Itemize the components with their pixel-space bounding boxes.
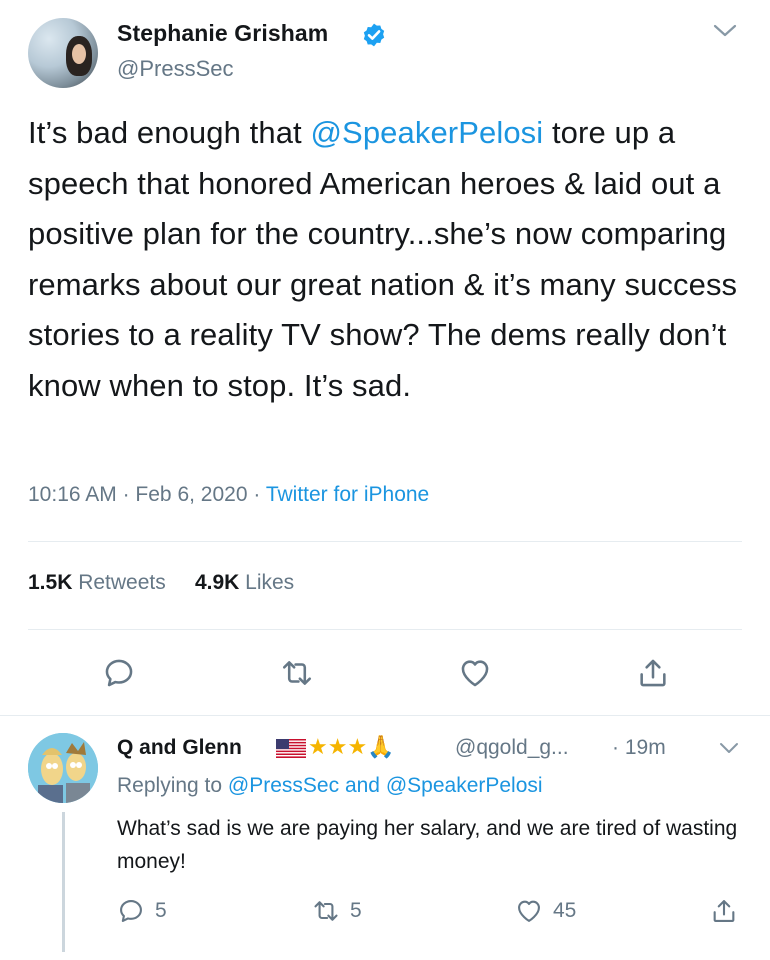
replying-and: and (344, 774, 380, 797)
like-icon (518, 900, 540, 922)
meta-separator: · (122, 483, 130, 506)
likes-stat[interactable]: 4.9K Likes (195, 571, 294, 594)
retweet-icon (314, 901, 338, 921)
author-handle[interactable]: @PressSec (117, 56, 233, 82)
mention-link[interactable]: @PressSec (228, 774, 339, 797)
share-icon (713, 900, 735, 922)
reply-retweet-button[interactable]: 5 (312, 897, 362, 925)
author-avatar[interactable] (28, 18, 98, 88)
reply-author-avatar[interactable] (28, 733, 98, 803)
replying-prefix: Replying to (117, 774, 223, 797)
tweet-time: 10:16 AM (28, 483, 117, 506)
tweet-date: Feb 6, 2020 (135, 483, 248, 506)
reply-retweet-count: 5 (350, 899, 362, 922)
mention-link[interactable]: @SpeakerPelosi (386, 774, 543, 797)
reply-time: · 19m (612, 736, 666, 760)
share-icon[interactable] (636, 656, 670, 690)
reply-timestamp: 19m (624, 736, 666, 759)
reply-icon[interactable] (102, 656, 136, 690)
likes-label: Likes (245, 571, 295, 594)
reply-reply-count: 5 (155, 899, 167, 922)
tweet-meta: 10:16 AM · Feb 6, 2020 · Twitter for iPh… (28, 483, 429, 507)
chevron-down-icon[interactable] (712, 22, 738, 40)
reply-icon (120, 900, 142, 922)
reply-author-handle[interactable]: @qgold_g... (455, 736, 569, 760)
replying-to: Replying to @PressSec and @SpeakerPelosi (117, 774, 543, 798)
retweets-label: Retweets (78, 571, 166, 594)
thread-line (62, 812, 65, 952)
verified-badge-icon (363, 23, 385, 47)
tweet-text-part: tore up a speech that honored American h… (28, 115, 738, 403)
like-icon[interactable] (458, 656, 492, 690)
divider (0, 715, 770, 716)
retweets-count: 1.5K (28, 571, 73, 594)
reply-share-button[interactable] (710, 897, 748, 925)
divider (28, 629, 742, 630)
tweet-stats: 1.5K Retweets 4.9K Likes (28, 571, 294, 595)
retweet-icon[interactable] (280, 656, 314, 690)
reply-like-count: 45 (553, 899, 577, 922)
reply-text: What’s sad is we are paying her salary, … (117, 817, 738, 873)
mention-link[interactable]: @SpeakerPelosi (310, 115, 543, 150)
likes-count: 4.9K (194, 571, 240, 594)
tweet-text-part: It’s bad enough that (28, 115, 311, 150)
reply-name-decorations: ★★★🙏 (276, 734, 395, 760)
retweets-stat[interactable]: 1.5K Retweets (28, 571, 166, 594)
reply-author-name[interactable]: Q and Glenn (117, 736, 242, 760)
tweet-text: It’s bad enough that @SpeakerPelosi tore… (28, 108, 753, 411)
emoji-decoration: ★★★🙏 (308, 734, 395, 759)
reply-like-button[interactable]: 45 (515, 897, 576, 925)
reply-reply-button[interactable]: 5 (117, 897, 167, 925)
source-app-link[interactable]: Twitter for iPhone (266, 483, 429, 506)
us-flag-icon (276, 738, 306, 758)
meta-separator: · (612, 736, 619, 759)
author-name[interactable]: Stephanie Grisham (117, 20, 328, 47)
meta-separator: · (253, 483, 261, 506)
divider (28, 541, 742, 542)
chevron-down-icon[interactable] (718, 740, 740, 756)
